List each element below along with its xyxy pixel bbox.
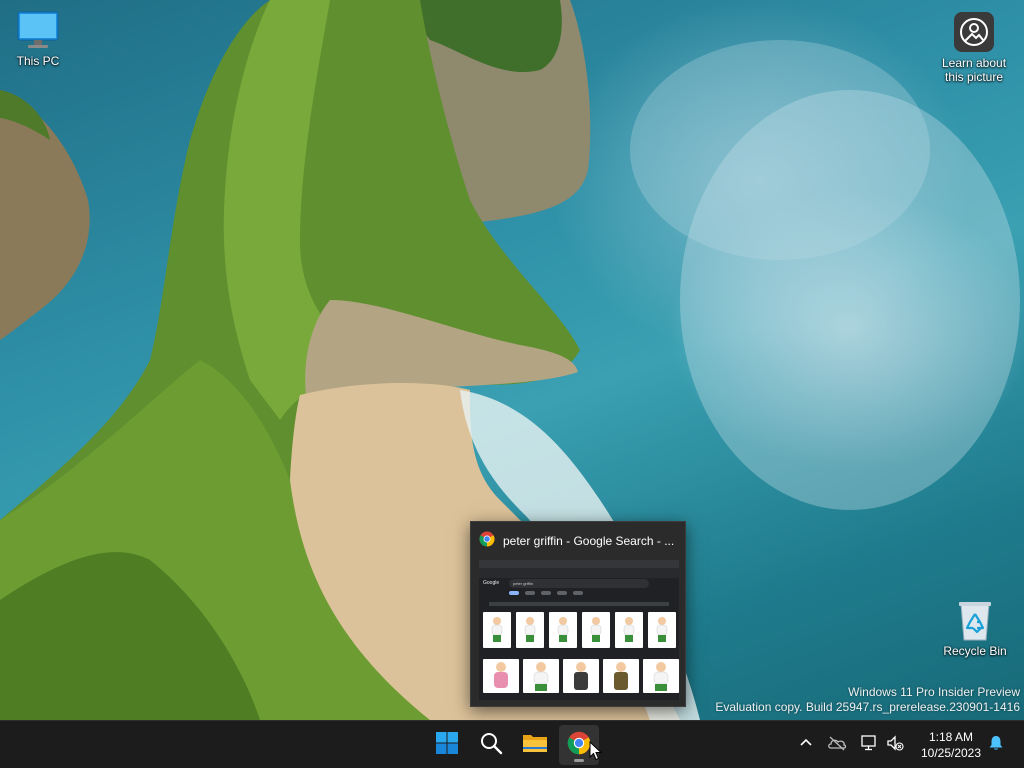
thumb-image-result	[483, 659, 519, 693]
thumb-addressbar	[479, 568, 679, 578]
notifications-button[interactable]	[986, 735, 1006, 755]
bell-icon	[987, 734, 1005, 757]
thumb-chip-row	[489, 602, 669, 606]
windows-logo-icon	[435, 731, 459, 760]
mouse-cursor-icon	[589, 741, 603, 761]
chrome-icon	[479, 531, 495, 552]
watermark-line1: Windows 11 Pro Insider Preview	[848, 685, 1020, 699]
clock-date: 10/25/2023	[920, 746, 982, 760]
preview-window-title: peter griffin - Google Search - ...	[503, 534, 675, 548]
preview-header: peter griffin - Google Search - ...	[471, 522, 685, 560]
thumb-image-result	[643, 659, 679, 693]
volume-muted-icon	[886, 734, 904, 757]
show-hidden-icons-button[interactable]	[796, 735, 816, 755]
search-icon	[479, 731, 503, 760]
chrome-icon	[567, 731, 591, 760]
taskbar: 1:18 AM 10/25/2023	[0, 720, 1024, 768]
recycle-bin-icon	[953, 598, 997, 642]
desktop-icon-label-line1: Learn about	[941, 56, 1007, 70]
preview-window-thumbnail[interactable]: Google peter griffin	[479, 560, 679, 700]
search-button[interactable]	[471, 725, 511, 765]
thumb-image-result	[615, 612, 643, 648]
thumb-image-result	[582, 612, 610, 648]
desktop-icon-label: Recycle Bin	[943, 644, 1007, 658]
thumb-filter-tabs	[509, 591, 629, 597]
desktop-icon-this-pc[interactable]: This PC	[0, 8, 76, 68]
thumb-google-logo: Google	[483, 580, 500, 586]
onedrive-icon	[827, 735, 847, 756]
clock-time: 1:18 AM	[928, 730, 974, 744]
chrome-running-indicator	[574, 759, 584, 762]
thumb-image-result	[483, 612, 511, 648]
watermark-line2: Evaluation copy. Build 25947.rs_prerelea…	[715, 700, 1020, 714]
thumb-image-result	[549, 612, 577, 648]
network-icon	[860, 734, 878, 757]
volume-tray-button[interactable]	[885, 734, 905, 757]
chevron-up-icon	[799, 736, 813, 755]
desktop-icon-recycle-bin[interactable]: Recycle Bin	[937, 598, 1013, 658]
camera-circle-icon	[952, 10, 996, 54]
taskbar-clock[interactable]: 1:18 AM 10/25/2023	[913, 729, 989, 761]
thumb-image-result	[563, 659, 599, 693]
network-tray-button[interactable]	[859, 734, 879, 757]
folder-icon	[522, 731, 548, 760]
desktop-icon-learn-about-picture[interactable]: Learn about this picture	[936, 10, 1012, 84]
thumb-image-result	[516, 612, 544, 648]
monitor-icon	[16, 8, 60, 52]
thumb-image-result	[523, 659, 559, 693]
taskbar-thumbnail-preview[interactable]: peter griffin - Google Search - ... Goog…	[470, 521, 686, 707]
onedrive-tray-button[interactable]	[827, 735, 847, 755]
thumb-tabstrip	[479, 560, 679, 568]
desktop-icon-label-line2: this picture	[944, 70, 1004, 84]
thumb-search-box: peter griffin	[509, 579, 649, 588]
desktop-icon-label: This PC	[16, 54, 60, 68]
file-explorer-button[interactable]	[515, 725, 555, 765]
thumb-image-result	[603, 659, 639, 693]
start-button[interactable]	[427, 725, 467, 765]
build-watermark: Windows 11 Pro Insider Preview Evaluatio…	[715, 685, 1020, 715]
thumb-image-result	[648, 612, 676, 648]
